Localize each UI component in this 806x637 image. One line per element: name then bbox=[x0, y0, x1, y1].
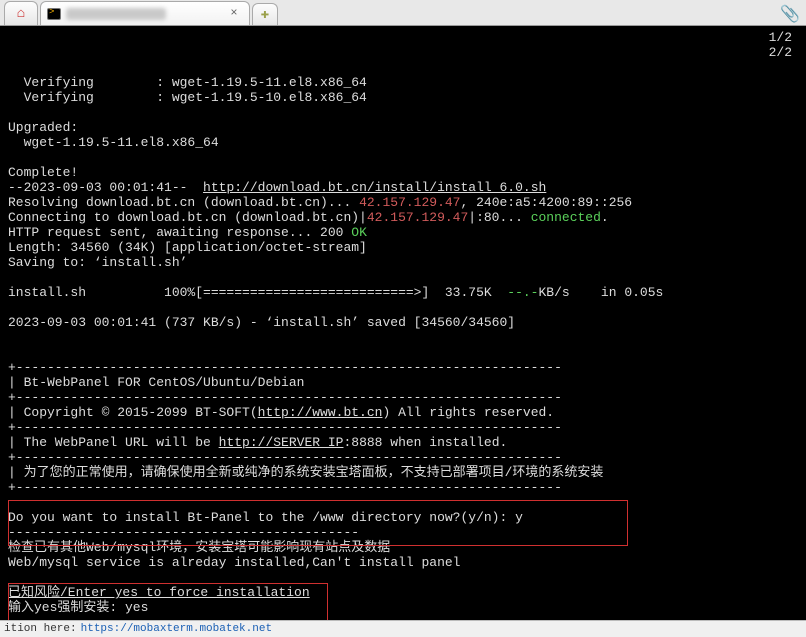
panel-url: http://SERVER_IP bbox=[219, 435, 344, 450]
new-tab-button[interactable]: ✚ bbox=[252, 3, 278, 25]
force-header: 已知风险/Enter yes to force installation bbox=[8, 585, 310, 600]
line: install.sh 100%[========================… bbox=[8, 285, 663, 300]
install-prompt: Do you want to install Bt-Panel to the /… bbox=[8, 510, 523, 525]
paperclip-icon[interactable]: 📎 bbox=[780, 4, 800, 24]
line: Connecting to download.bt.cn (download.b… bbox=[8, 210, 609, 225]
box-line: | Copyright © 2015-2099 BT-SOFT(http://w… bbox=[8, 405, 554, 420]
dash-line: ----------------------------------------… bbox=[8, 525, 359, 540]
line: Length: 34560 (34K) [application/octet-s… bbox=[8, 240, 367, 255]
line: wget-1.19.5-11.el8.x86_64 bbox=[8, 135, 219, 150]
line: Resolving download.bt.cn (download.bt.cn… bbox=[8, 195, 632, 210]
box-line: | Bt-WebPanel FOR CentOS/Ubuntu/Debian bbox=[8, 375, 304, 390]
bt-url: http://www.bt.cn bbox=[258, 405, 383, 420]
tab-strip: ⌂ × ✚ 📎 bbox=[0, 0, 806, 26]
tab-home[interactable]: ⌂ bbox=[4, 1, 38, 25]
line: Verifying : wget-1.19.5-10.el8.x86_64 bbox=[8, 90, 367, 105]
terminal-output[interactable]: 1/2 2/2 Verifying : wget-1.19.5-11.el8.x… bbox=[0, 26, 806, 620]
home-icon: ⌂ bbox=[17, 6, 25, 22]
verify-count-2: 2/2 bbox=[769, 45, 792, 60]
force-input: 输入yes强制安装: yes bbox=[8, 600, 148, 615]
terminal-icon bbox=[47, 8, 61, 20]
line: Complete! bbox=[8, 165, 78, 180]
box-line: | 为了您的正常使用，请确保使用全新或纯净的系统安装宝塔面板，不支持已部署项目/… bbox=[8, 465, 603, 480]
status-label: ition here: bbox=[4, 623, 77, 635]
verify-count-1: 1/2 bbox=[769, 30, 792, 45]
dash-line: ----------------------------------------… bbox=[8, 615, 359, 620]
line: Saving to: ‘install.sh’ bbox=[8, 255, 187, 270]
warning-en: Web/mysql service is alreday installed,C… bbox=[8, 555, 460, 570]
line: --2023-09-03 00:01:41-- http://download.… bbox=[8, 180, 546, 195]
line: Upgraded: bbox=[8, 120, 78, 135]
tab-close-button[interactable]: × bbox=[227, 7, 241, 21]
box-border: +---------------------------------------… bbox=[8, 420, 562, 435]
line: 2023-09-03 00:01:41 (737 KB/s) - ‘instal… bbox=[8, 315, 515, 330]
tab-title-blurred bbox=[66, 8, 166, 20]
box-border: +---------------------------------------… bbox=[8, 450, 562, 465]
status-url[interactable]: https://mobaxterm.mobatek.net bbox=[81, 623, 272, 635]
tab-terminal-session[interactable]: × bbox=[40, 1, 250, 25]
box-border: +---------------------------------------… bbox=[8, 360, 562, 375]
line: Verifying : wget-1.19.5-11.el8.x86_64 bbox=[8, 75, 367, 90]
download-url: http://download.bt.cn/install/install_6.… bbox=[203, 180, 546, 195]
warning-cn: 检查已有其他Web/mysql环境，安装宝塔可能影响现有站点及数据 bbox=[8, 540, 390, 555]
box-border: +---------------------------------------… bbox=[8, 480, 562, 495]
status-bar: ition here: https://mobaxterm.mobatek.ne… bbox=[0, 620, 806, 637]
line: HTTP request sent, awaiting response... … bbox=[8, 225, 367, 240]
box-line: | The WebPanel URL will be http://SERVER… bbox=[8, 435, 507, 450]
box-border: +---------------------------------------… bbox=[8, 390, 562, 405]
